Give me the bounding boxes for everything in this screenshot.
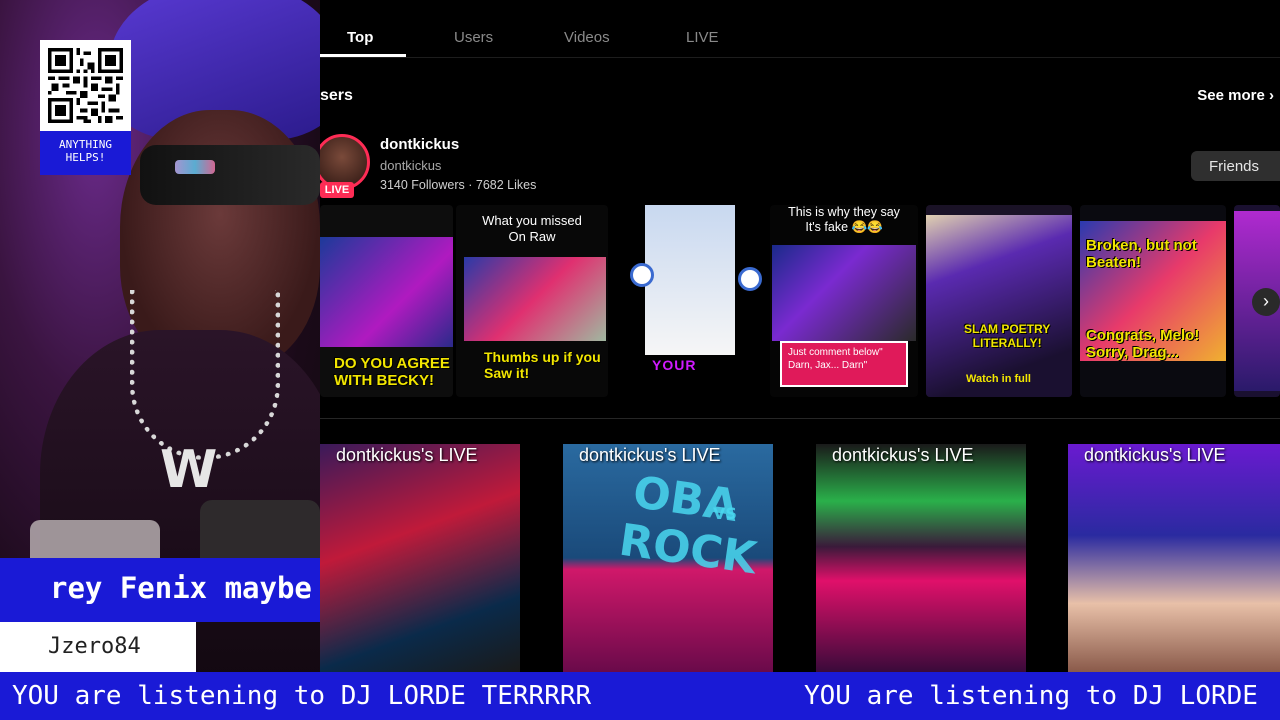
live-preview-image — [320, 444, 520, 672]
ticker-text: YOU are listening to DJ LORDE TERRRRR — [12, 681, 592, 711]
wwe-pendant-icon: W — [160, 440, 217, 500]
section-divider — [320, 418, 1280, 419]
badge-icon — [738, 267, 762, 291]
tab-videos[interactable]: Videos — [564, 29, 610, 46]
video-thumbnail[interactable]: DO YOU AGREE WITH BECKY! — [320, 205, 453, 397]
thumbnail-caption: YOUR — [652, 357, 697, 373]
live-card[interactable]: dontkickus's LIVE — [816, 444, 1026, 672]
donation-qr-block: ANYTHING HELPS! — [40, 40, 131, 175]
video-thumbnail[interactable]: YOUR — [630, 205, 770, 397]
overlay-text: VS — [713, 504, 737, 523]
live-card[interactable]: dontkickus's LIVE — [320, 444, 520, 672]
user-stats: 3140 Followers · 7682 Likes — [380, 178, 537, 192]
active-tab-indicator — [320, 54, 406, 57]
friends-button[interactable]: Friends — [1191, 151, 1280, 181]
thumbnail-image — [926, 215, 1072, 397]
tab-top[interactable]: Top — [347, 29, 373, 46]
video-thumbnail[interactable]: This is why they say It's fake 😂😂 Just c… — [770, 205, 918, 397]
shared-screen: Top Users Videos LIVE sers See more › LI… — [320, 0, 1280, 672]
live-card-label: dontkickus's LIVE — [336, 445, 478, 465]
live-card-label: dontkickus's LIVE — [832, 445, 974, 465]
thumbnail-title: What you missed On Raw — [482, 213, 582, 244]
video-thumbnail[interactable]: What you missed On Raw Thumbs up if you … — [456, 205, 608, 397]
video-thumbnail[interactable]: SLAM POETRY LITERALLY! Watch in full — [926, 205, 1072, 397]
thumbnail-caption-secondary: Congrats, Melo! Sorry, Drag... — [1086, 327, 1200, 362]
live-badge: LIVE — [320, 182, 354, 198]
live-card-label: dontkickus's LIVE — [579, 445, 721, 465]
live-card-label: dontkickus's LIVE — [1084, 445, 1226, 465]
live-card[interactable]: OBA VS ROCK dontkickus's LIVE — [563, 444, 773, 672]
thumbnail-image — [320, 237, 453, 347]
live-card[interactable]: dontkickus's LIVE — [1068, 444, 1280, 672]
thumbnail-image — [645, 205, 735, 355]
live-preview-image — [816, 444, 1026, 672]
tab-live[interactable]: LIVE — [686, 29, 719, 46]
ticker-text-repeat: YOU are listening to DJ LORDE — [804, 681, 1258, 711]
comment-sticker: Just comment below" Darn, Jax... Darn" — [780, 341, 908, 387]
thumbnail-footer: Watch in full — [966, 373, 1031, 385]
user-display-name[interactable]: dontkickus — [380, 136, 459, 153]
live-preview-image — [1068, 444, 1280, 672]
thumbnail-caption: Broken, but not Beaten! — [1086, 237, 1197, 272]
thumbnail-title: This is why they say It's fake 😂😂 — [788, 205, 900, 234]
tab-users[interactable]: Users — [454, 29, 493, 46]
badge-icon — [630, 263, 654, 287]
chevron-right-icon: › — [1269, 87, 1274, 104]
streamer-sunglasses — [140, 145, 320, 205]
user-handle: dontkickus — [380, 158, 442, 173]
see-more-label: See more — [1197, 87, 1265, 104]
thumbnail-caption: DO YOU AGREE WITH BECKY! — [334, 355, 450, 390]
streamer-chain — [130, 290, 280, 460]
thumbnail-caption: Thumbs up if you Saw it! — [484, 349, 601, 382]
thumbnail-image — [464, 257, 606, 341]
qr-code-icon[interactable] — [40, 40, 131, 131]
chat-username: Jzero84 — [0, 622, 196, 672]
thumbnail-image — [772, 245, 916, 341]
search-tabs: Top Users Videos LIVE — [320, 0, 1280, 58]
donation-text: ANYTHING HELPS! — [59, 138, 112, 164]
thumbnail-caption: SLAM POETRY LITERALLY! — [964, 322, 1051, 350]
scrolling-ticker: YOU are listening to DJ LORDE TERRRRR YO… — [0, 672, 1280, 720]
users-section-title: sers — [320, 87, 353, 104]
chevron-right-icon[interactable]: › — [1252, 288, 1280, 316]
video-thumbnail[interactable]: Broken, but not Beaten! Congrats, Melo! … — [1080, 205, 1226, 397]
see-more-link[interactable]: See more › — [1197, 87, 1274, 104]
